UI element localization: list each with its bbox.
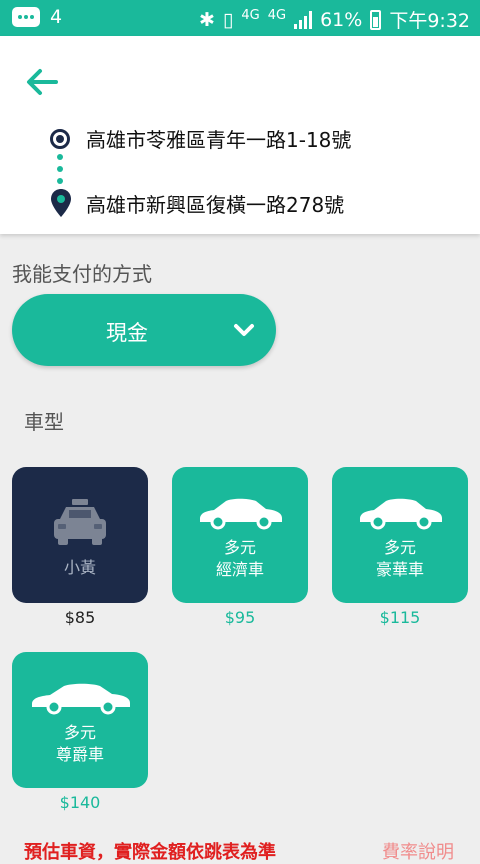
battery-icon [370,9,382,30]
vehicle-name: 多元 經濟車 [215,538,264,579]
map-pin-icon [51,189,71,217]
route-dots [57,154,63,190]
origin-dot-icon [50,128,70,149]
vehicle-price-taxi: $85 [64,608,96,627]
bluetooth-icon: ✱ [198,8,215,31]
destination-row[interactable]: 高雄市新興區復橫一路278號 [50,188,344,218]
vehicle-option-premium[interactable]: 多元 尊爵車 [12,652,148,788]
sedan-icon [200,498,282,530]
battery-percent: 61% [320,8,363,31]
vehicle-option-taxi[interactable]: 小黃 [12,467,148,603]
origin-address: 高雄市苓雅區青年一路1-18號 [86,128,352,152]
back-button[interactable] [22,62,62,102]
chevron-down-icon [234,324,254,336]
payment-method-value: 現金 [106,321,148,345]
message-notification-icon [12,7,40,27]
network-type-2: 4G [267,8,287,23]
status-bar: 4 ✱ ▯ 4G 4G 61% 下午9:32 [0,0,480,36]
network-type-1: 4G [241,8,260,23]
vehicle-price-luxury: $115 [379,608,421,627]
origin-row[interactable]: 高雄市苓雅區青年一路1-18號 [50,124,351,153]
vehicle-option-economy[interactable]: 多元 經濟車 [172,467,308,603]
vehicle-price-premium: $140 [59,793,101,812]
route-header: 高雄市苓雅區青年一路1-18號 高雄市新興區復橫一路278號 [0,36,480,234]
payment-section-label: 我能支付的方式 [12,262,152,286]
fare-estimate-notice: 預估車資，實際金額依跳表為準 [24,842,276,863]
vehicle-section-label: 車型 [24,410,64,434]
vehicle-name: 多元 豪華車 [375,538,424,579]
sedan-icon [360,498,442,530]
vehicle-name: 多元 尊爵車 [55,723,104,764]
signal-icon [294,10,313,29]
sedan-icon [32,683,130,715]
vehicle-option-luxury[interactable]: 多元 豪華車 [332,467,468,603]
payment-method-dropdown[interactable]: 現金 [12,294,276,366]
vehicle-price-economy: $95 [224,608,256,627]
vehicle-name: 小黃 [63,558,96,577]
destination-address: 高雄市新興區復橫一路278號 [86,192,345,217]
clock: 下午9:32 [389,10,470,32]
fare-info-link[interactable]: 費率說明 [382,838,454,864]
vibrate-icon: ▯ [222,8,234,31]
back-arrow-icon [27,69,58,95]
notification-count: 4 [50,6,63,28]
taxi-icon [54,499,106,545]
